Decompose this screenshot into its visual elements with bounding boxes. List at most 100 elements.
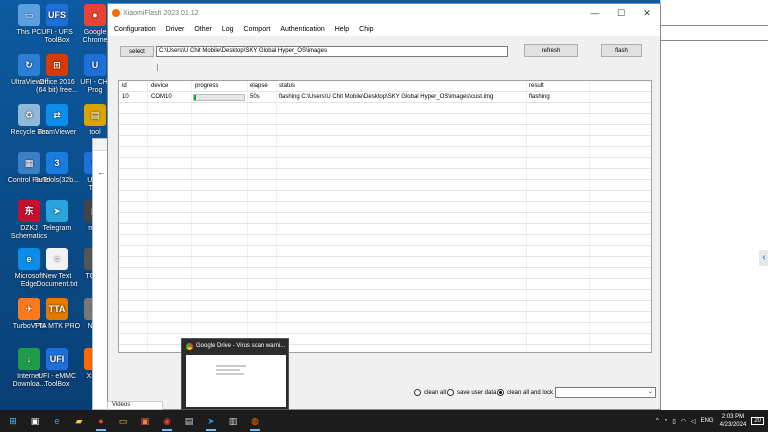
- cell-device: COM10: [151, 94, 172, 100]
- table-row[interactable]: [119, 301, 651, 312]
- close-button[interactable]: ✕: [634, 8, 660, 19]
- column-header-status[interactable]: status: [279, 83, 295, 89]
- table-row[interactable]: [119, 136, 651, 147]
- table-row[interactable]: [119, 114, 651, 125]
- flash-button[interactable]: flash: [601, 44, 642, 57]
- edge-icon[interactable]: e: [46, 410, 68, 432]
- radio-button[interactable]: [414, 389, 421, 396]
- tool-icon[interactable]: ▥: [222, 410, 244, 432]
- app-icon: ➤: [46, 200, 68, 222]
- table-row[interactable]: [119, 191, 651, 202]
- preview-line: [216, 365, 246, 367]
- table-row[interactable]: [119, 158, 651, 169]
- menu-chip[interactable]: Chip: [359, 26, 373, 33]
- divider: [157, 64, 158, 71]
- app-icon: ●: [84, 4, 106, 26]
- select-button[interactable]: select: [120, 46, 154, 57]
- chrome-icon[interactable]: ●: [90, 410, 112, 432]
- menu-help[interactable]: Help: [335, 26, 349, 33]
- column-header-result[interactable]: result: [529, 83, 544, 89]
- app-icon: ⇄: [46, 104, 68, 126]
- menu-configuration[interactable]: Configuration: [114, 26, 156, 33]
- radio-clean-all[interactable]: clean all: [414, 389, 446, 396]
- table-row[interactable]: [119, 268, 651, 279]
- wifi-icon[interactable]: ◠: [681, 418, 686, 425]
- clock[interactable]: 2:03 PM 4/23/2024: [720, 413, 747, 429]
- menu-bar: Configuration Driver Other Log Comport A…: [108, 22, 660, 36]
- thumbnail-image: [186, 355, 286, 407]
- table-row[interactable]: [119, 323, 651, 334]
- table-row[interactable]: [119, 169, 651, 180]
- network-icon[interactable]: ◔: [664, 418, 668, 424]
- table-header: id device progress elapse status result: [119, 81, 651, 92]
- radio-clean-all-and-lock[interactable]: clean all and lock: [497, 389, 553, 396]
- path-input[interactable]: C:\Users\U Chit Mobile\Desktop\SKY Globa…: [156, 46, 508, 57]
- file-explorer-icon[interactable]: ▰: [68, 410, 90, 432]
- back-arrow-icon[interactable]: ←: [97, 167, 106, 177]
- app-icon: ⊞: [46, 54, 68, 76]
- radio-button[interactable]: [447, 389, 454, 396]
- menu-authentication[interactable]: Authentication: [280, 26, 324, 33]
- volume-icon[interactable]: ◁: [691, 418, 696, 425]
- table-row[interactable]: [119, 257, 651, 268]
- time: 2:03 PM: [721, 414, 745, 420]
- preview-line: [216, 373, 244, 375]
- divider: [661, 25, 768, 26]
- column-header-device[interactable]: device: [151, 83, 168, 89]
- menu-log[interactable]: Log: [222, 26, 234, 33]
- folder-icon[interactable]: ▭: [112, 410, 134, 432]
- system-tray: ^ ◔ ▯ ◠ ◁ ENG 2:03 PM 4/23/2024 20: [651, 410, 764, 432]
- column-header-elapse[interactable]: elapse: [250, 83, 268, 89]
- minimize-button[interactable]: —: [582, 8, 608, 19]
- xiaomi-flash-icon[interactable]: ◍: [244, 410, 266, 432]
- table-row[interactable]: [119, 125, 651, 136]
- task-view-icon[interactable]: ▣: [24, 410, 46, 432]
- telegram-icon[interactable]: ➤: [200, 410, 222, 432]
- mode-dropdown[interactable]: ⌄: [555, 387, 656, 398]
- progress-fill: [194, 95, 196, 100]
- background-window[interactable]: ‹: [660, 0, 768, 410]
- preview-line: [216, 369, 240, 371]
- menu-comport[interactable]: Comport: [244, 26, 271, 33]
- app-icon: UFS: [46, 4, 68, 26]
- table-row[interactable]: [119, 202, 651, 213]
- table-row[interactable]: [119, 279, 651, 290]
- maximize-button[interactable]: ☐: [608, 8, 634, 19]
- divider: [661, 40, 768, 41]
- windows-start-icon[interactable]: ⊞: [2, 410, 24, 432]
- radio-button[interactable]: [497, 389, 504, 396]
- table-row[interactable]: [119, 224, 651, 235]
- column-header-progress[interactable]: progress: [195, 83, 218, 89]
- table-row[interactable]: [119, 147, 651, 158]
- notification-badge[interactable]: 20: [751, 417, 764, 425]
- radio-label: clean all and lock: [507, 389, 554, 396]
- refresh-button[interactable]: refresh: [524, 44, 578, 57]
- thumbnail-title: Google Drive - Virus scan warni...: [196, 343, 286, 349]
- date: 4/23/2024: [719, 422, 747, 428]
- table-row[interactable]: [119, 312, 651, 323]
- chrome-icon: [186, 342, 193, 350]
- menu-other[interactable]: Other: [194, 26, 212, 33]
- table-row[interactable]: [119, 213, 651, 224]
- table-row[interactable]: [119, 290, 651, 301]
- videos-label[interactable]: Videos: [107, 401, 163, 410]
- table-row[interactable]: [119, 103, 651, 114]
- chevron-left-icon[interactable]: ‹: [759, 250, 768, 266]
- radio-save-user-data[interactable]: save user data: [447, 389, 496, 396]
- device-table[interactable]: id device progress elapse status result …: [118, 80, 652, 353]
- language-indicator[interactable]: ENG: [701, 418, 714, 424]
- app-icon[interactable]: ▣: [134, 410, 156, 432]
- menu-driver[interactable]: Driver: [166, 26, 185, 33]
- taskbar-thumbnail-preview[interactable]: Google Drive - Virus scan warni...: [181, 338, 289, 410]
- table-row[interactable]: [119, 180, 651, 191]
- flash-tool-icon[interactable]: ▤: [178, 410, 200, 432]
- table-row[interactable]: 10 COM10 50s flashing C:\Users\U Chit Mo…: [119, 92, 651, 103]
- progress-bar: [193, 94, 245, 101]
- table-row[interactable]: [119, 235, 651, 246]
- column-header-id[interactable]: id: [122, 83, 127, 89]
- battery-icon[interactable]: ▯: [672, 418, 675, 425]
- chevron-down-icon: ⌄: [647, 389, 653, 395]
- chrome-icon[interactable]: ◉: [156, 410, 178, 432]
- chevron-up-icon[interactable]: ^: [656, 418, 659, 424]
- table-row[interactable]: [119, 246, 651, 257]
